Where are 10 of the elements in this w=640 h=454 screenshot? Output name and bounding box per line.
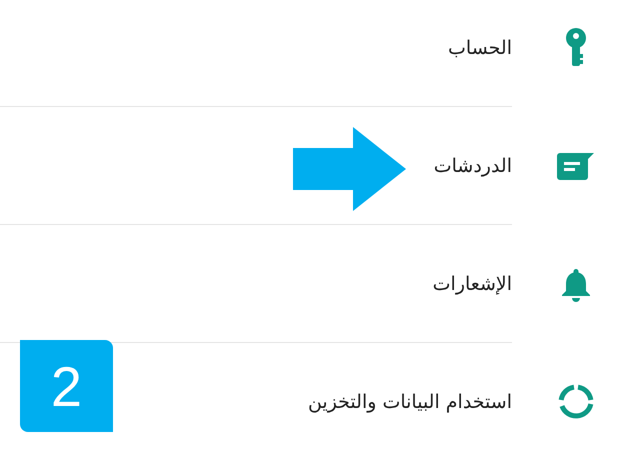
setting-label[interactable]: الحساب [448, 36, 512, 58]
bell-icon [559, 266, 593, 302]
setting-label[interactable]: الإشعارات [432, 272, 512, 294]
setting-label[interactable]: الدردشات [434, 154, 512, 176]
chat-icon [556, 151, 596, 181]
step-badge: 2 [20, 340, 113, 432]
data-usage-icon [558, 384, 594, 420]
arrow-icon [293, 127, 406, 211]
setting-label[interactable]: استخدام البيانات والتخزين [308, 390, 512, 412]
key-icon [565, 28, 587, 68]
